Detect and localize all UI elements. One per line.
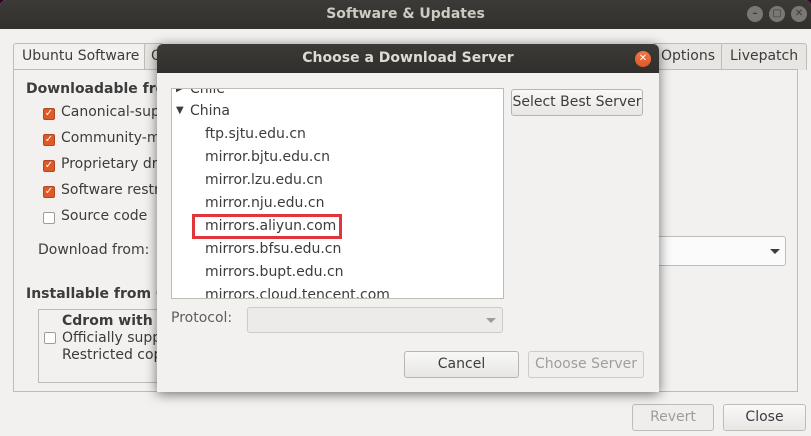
mirror-item[interactable]: mirrors.bupt.edu.cn <box>205 262 344 285</box>
protocol-combo[interactable] <box>247 307 503 333</box>
select-best-server-button[interactable]: Select Best Server <box>511 89 643 116</box>
tree-row-china[interactable]: ▼ China <box>172 101 502 124</box>
mirror-item[interactable]: mirrors.cloud.tencent.com <box>205 285 390 298</box>
server-tree-list[interactable]: ▶ Chile ▼ China ftp.sjtu.edu.cn mirror.b… <box>171 88 504 299</box>
expander-expanded-icon[interactable]: ▼ <box>176 101 184 121</box>
checkbox-label: Software restr <box>61 182 160 198</box>
close-button[interactable]: Close <box>723 404 806 431</box>
tab-livepatch[interactable]: Livepatch <box>721 43 808 70</box>
main-titlebar[interactable]: Software & Updates – ▢ ✕ <box>0 0 811 29</box>
checkbox-label: Source code <box>61 208 148 224</box>
mirror-item[interactable]: mirror.nju.edu.cn <box>205 193 324 216</box>
cdrom-title: Cdrom with U <box>62 313 169 329</box>
checkbox-label: Community-m <box>61 130 161 146</box>
dialog-titlebar[interactable]: Choose a Download Server ✕ <box>157 44 659 73</box>
checkbox-checked-icon[interactable]: ✓ <box>43 134 55 146</box>
cdrom-line1: Officially supp <box>62 330 162 346</box>
country-label: Chile <box>190 88 226 97</box>
checkbox-unchecked-icon[interactable] <box>43 212 55 224</box>
checkbox-checked-icon[interactable]: ✓ <box>43 108 55 120</box>
mirror-item[interactable]: mirrors.bfsu.edu.cn <box>205 239 341 262</box>
maximize-icon[interactable]: ▢ <box>769 6 785 22</box>
revert-button[interactable]: Revert <box>632 404 714 431</box>
cdrom-line2: Restricted cop <box>62 347 163 363</box>
installable-section-title: Installable from C <box>26 286 167 302</box>
checkbox-label: Proprietary dr <box>61 156 158 172</box>
choose-server-dialog: Choose a Download Server ✕ ▶ Chile ▼ Chi… <box>157 44 659 392</box>
download-from-combo[interactable] <box>655 236 786 266</box>
download-from-label: Download from: <box>38 242 150 258</box>
choose-server-button[interactable]: Choose Server <box>528 351 644 378</box>
checkbox-checked-icon[interactable]: ✓ <box>43 160 55 172</box>
checkbox-unchecked-icon[interactable] <box>44 332 56 344</box>
checkbox-label: Canonical-supp <box>61 104 169 120</box>
country-label: China <box>190 103 230 119</box>
mirror-item-aliyun[interactable]: mirrors.aliyun.com <box>205 216 336 239</box>
chevron-down-icon <box>486 318 496 323</box>
chevron-down-icon <box>770 249 780 254</box>
main-window-title: Software & Updates <box>326 6 485 22</box>
mirror-item[interactable]: ftp.sjtu.edu.cn <box>205 124 306 147</box>
expander-collapsed-icon[interactable]: ▶ <box>176 89 184 99</box>
dialog-title: Choose a Download Server <box>302 50 514 66</box>
close-icon[interactable]: ✕ <box>635 51 651 67</box>
close-window-icon[interactable]: ✕ <box>791 6 807 22</box>
protocol-label: Protocol: <box>171 310 233 326</box>
tab-options[interactable]: Options <box>652 43 725 70</box>
cancel-button[interactable]: Cancel <box>404 351 519 378</box>
mirror-item[interactable]: mirror.bjtu.edu.cn <box>205 147 330 170</box>
mirror-item[interactable]: mirror.lzu.edu.cn <box>205 170 323 193</box>
checkbox-checked-icon[interactable]: ✓ <box>43 186 55 198</box>
tab-ubuntu-software[interactable]: Ubuntu Software <box>13 43 149 70</box>
minimize-icon[interactable]: – <box>747 6 763 22</box>
tree-row-chile[interactable]: ▶ Chile <box>172 88 502 102</box>
